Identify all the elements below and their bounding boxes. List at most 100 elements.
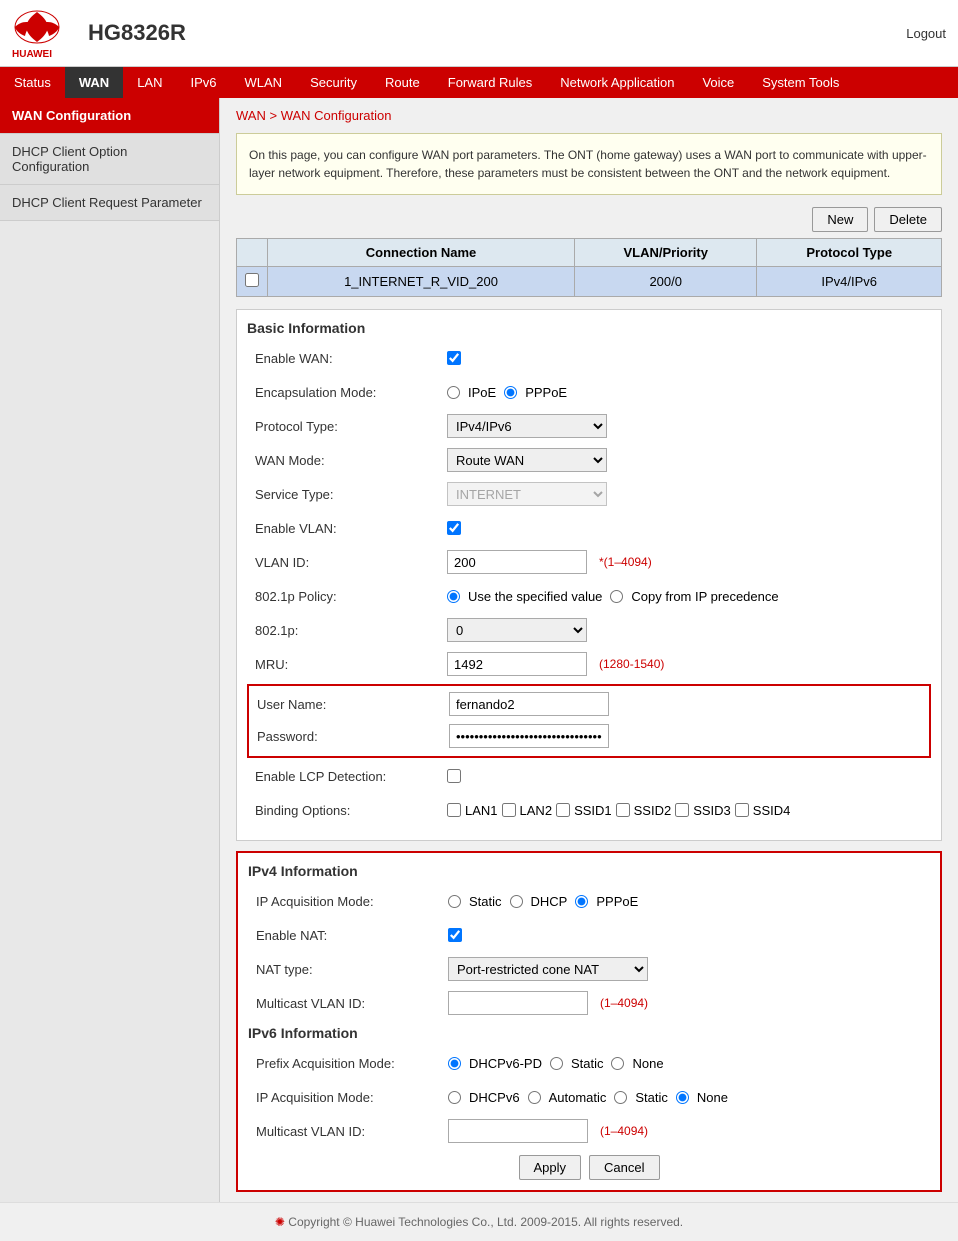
nav-network-app[interactable]: Network Application xyxy=(546,67,688,98)
table-cell-checkbox[interactable] xyxy=(237,267,268,297)
binding-lan1-checkbox[interactable] xyxy=(447,803,461,817)
nav-system-tools[interactable]: System Tools xyxy=(748,67,853,98)
password-input[interactable] xyxy=(449,724,609,748)
mru-label: MRU: xyxy=(247,657,447,672)
ipv4-dhcp-radio[interactable] xyxy=(510,895,523,908)
service-type-select[interactable]: INTERNET xyxy=(447,482,607,506)
nav-forward-rules[interactable]: Forward Rules xyxy=(434,67,547,98)
ipv4-acq-label: IP Acquisition Mode: xyxy=(248,894,448,909)
enc-ipoe-label: IPoE xyxy=(468,385,496,400)
apply-button[interactable]: Apply xyxy=(519,1155,582,1180)
breadcrumb-current: WAN Configuration xyxy=(281,108,392,123)
enable-vlan-checkbox[interactable] xyxy=(447,521,461,535)
ipv6-dhcpv6-radio[interactable] xyxy=(448,1091,461,1104)
encapsulation-row: Encapsulation Mode: IPoE PPPoE xyxy=(247,378,931,406)
ipv4-pppoe-radio[interactable] xyxy=(575,895,588,908)
nav-ipv6[interactable]: IPv6 xyxy=(177,67,231,98)
ipv4-multicast-hint: (1–4094) xyxy=(600,996,648,1010)
encapsulation-value: IPoE PPPoE xyxy=(447,385,931,400)
ipv6-title: IPv6 Information xyxy=(248,1025,930,1041)
policy-copy-radio[interactable] xyxy=(610,590,623,603)
ipv6-automatic-radio[interactable] xyxy=(528,1091,541,1104)
nav-wan[interactable]: WAN xyxy=(65,67,123,98)
vlan-id-row: VLAN ID: *(1–4094) xyxy=(247,548,931,576)
binding-ssid4-checkbox[interactable] xyxy=(735,803,749,817)
info-text: On this page, you can configure WAN port… xyxy=(249,148,927,180)
dot1p-row: 802.1p: 0 xyxy=(247,616,931,644)
service-type-value: INTERNET xyxy=(447,482,931,506)
nav-lan[interactable]: LAN xyxy=(123,67,176,98)
enable-lcp-checkbox[interactable] xyxy=(447,769,461,783)
ipv6-static-radio[interactable] xyxy=(614,1091,627,1104)
username-input[interactable] xyxy=(449,692,609,716)
nav-route[interactable]: Route xyxy=(371,67,434,98)
ipv6-none-label: None xyxy=(697,1090,728,1105)
table-row[interactable]: 1_INTERNET_R_VID_200 200/0 IPv4/IPv6 xyxy=(237,267,942,297)
sidebar-item-wan-config[interactable]: WAN Configuration xyxy=(0,98,219,134)
enable-lcp-value xyxy=(447,769,931,783)
ipv6-multicast-value: (1–4094) xyxy=(448,1119,930,1143)
username-value xyxy=(449,692,929,716)
basic-info-section: Basic Information Enable WAN: Encapsulat… xyxy=(236,309,942,841)
service-type-label: Service Type: xyxy=(247,487,447,502)
prefix-none-radio[interactable] xyxy=(611,1057,624,1070)
table-cell-vlan: 200/0 xyxy=(575,267,757,297)
wan-mode-label: WAN Mode: xyxy=(247,453,447,468)
enable-vlan-label: Enable VLAN: xyxy=(247,521,447,536)
protocol-type-label: Protocol Type: xyxy=(247,419,447,434)
cancel-button[interactable]: Cancel xyxy=(589,1155,659,1180)
ipv6-none-radio[interactable] xyxy=(676,1091,689,1104)
mru-row: MRU: (1280-1540) xyxy=(247,650,931,678)
ipv4-static-radio[interactable] xyxy=(448,895,461,908)
nat-type-select[interactable]: Port-restricted cone NAT xyxy=(448,957,648,981)
mru-input[interactable] xyxy=(447,652,587,676)
row-checkbox[interactable] xyxy=(245,273,259,287)
prefix-acq-row: Prefix Acquisition Mode: DHCPv6-PD Stati… xyxy=(248,1049,930,1077)
ipv4-static-label: Static xyxy=(469,894,502,909)
sidebar-item-dhcp-option[interactable]: DHCP Client Option Configuration xyxy=(0,134,219,185)
ipv4-dhcp-label: DHCP xyxy=(531,894,568,909)
enable-nat-checkbox[interactable] xyxy=(448,928,462,942)
policy-specified-radio[interactable] xyxy=(447,590,460,603)
enable-wan-checkbox[interactable] xyxy=(447,351,461,365)
vlan-id-input[interactable] xyxy=(447,550,587,574)
enable-lcp-row: Enable LCP Detection: xyxy=(247,762,931,790)
binding-ssid3-checkbox[interactable] xyxy=(675,803,689,817)
new-button[interactable]: New xyxy=(812,207,868,232)
footer-logo: ✺ xyxy=(275,1215,285,1229)
ipv6-dhcpv6-label: DHCPv6 xyxy=(469,1090,520,1105)
sidebar-item-dhcp-request[interactable]: DHCP Client Request Parameter xyxy=(0,185,219,221)
prefix-static-radio[interactable] xyxy=(550,1057,563,1070)
binding-ssid4-label: SSID4 xyxy=(753,803,791,818)
username-row: User Name: xyxy=(249,690,929,718)
binding-options-label: Binding Options: xyxy=(247,803,447,818)
form-buttons: Apply Cancel xyxy=(248,1155,930,1180)
nav-wlan[interactable]: WLAN xyxy=(231,67,297,98)
policy-specified-label: Use the specified value xyxy=(468,589,602,604)
nav-voice[interactable]: Voice xyxy=(688,67,748,98)
enable-nat-row: Enable NAT: xyxy=(248,921,930,949)
nav-status[interactable]: Status xyxy=(0,67,65,98)
wan-mode-value: Route WAN Bridge WAN xyxy=(447,448,931,472)
enable-wan-row: Enable WAN: xyxy=(247,344,931,372)
enable-wan-label: Enable WAN: xyxy=(247,351,447,366)
dot1p-label: 802.1p: xyxy=(247,623,447,638)
prefix-acq-value: DHCPv6-PD Static None xyxy=(448,1056,930,1071)
ipv4-multicast-input[interactable] xyxy=(448,991,588,1015)
binding-lan2-checkbox[interactable] xyxy=(502,803,516,817)
ipv6-acq-label: IP Acquisition Mode: xyxy=(248,1090,448,1105)
wan-mode-select[interactable]: Route WAN Bridge WAN xyxy=(447,448,607,472)
table-cell-protocol: IPv4/IPv6 xyxy=(757,267,942,297)
enc-pppoe-radio[interactable] xyxy=(504,386,517,399)
dot1p-select[interactable]: 0 xyxy=(447,618,587,642)
delete-button[interactable]: Delete xyxy=(874,207,942,232)
nav-security[interactable]: Security xyxy=(296,67,371,98)
logout-button[interactable]: Logout xyxy=(906,26,946,41)
binding-ssid2-checkbox[interactable] xyxy=(616,803,630,817)
binding-ssid1-checkbox[interactable] xyxy=(556,803,570,817)
prefix-dhcpv6pd-radio[interactable] xyxy=(448,1057,461,1070)
enc-ipoe-radio[interactable] xyxy=(447,386,460,399)
logo: HUAWEI xyxy=(12,8,72,58)
ipv6-multicast-input[interactable] xyxy=(448,1119,588,1143)
protocol-type-select[interactable]: IPv4/IPv6 xyxy=(447,414,607,438)
